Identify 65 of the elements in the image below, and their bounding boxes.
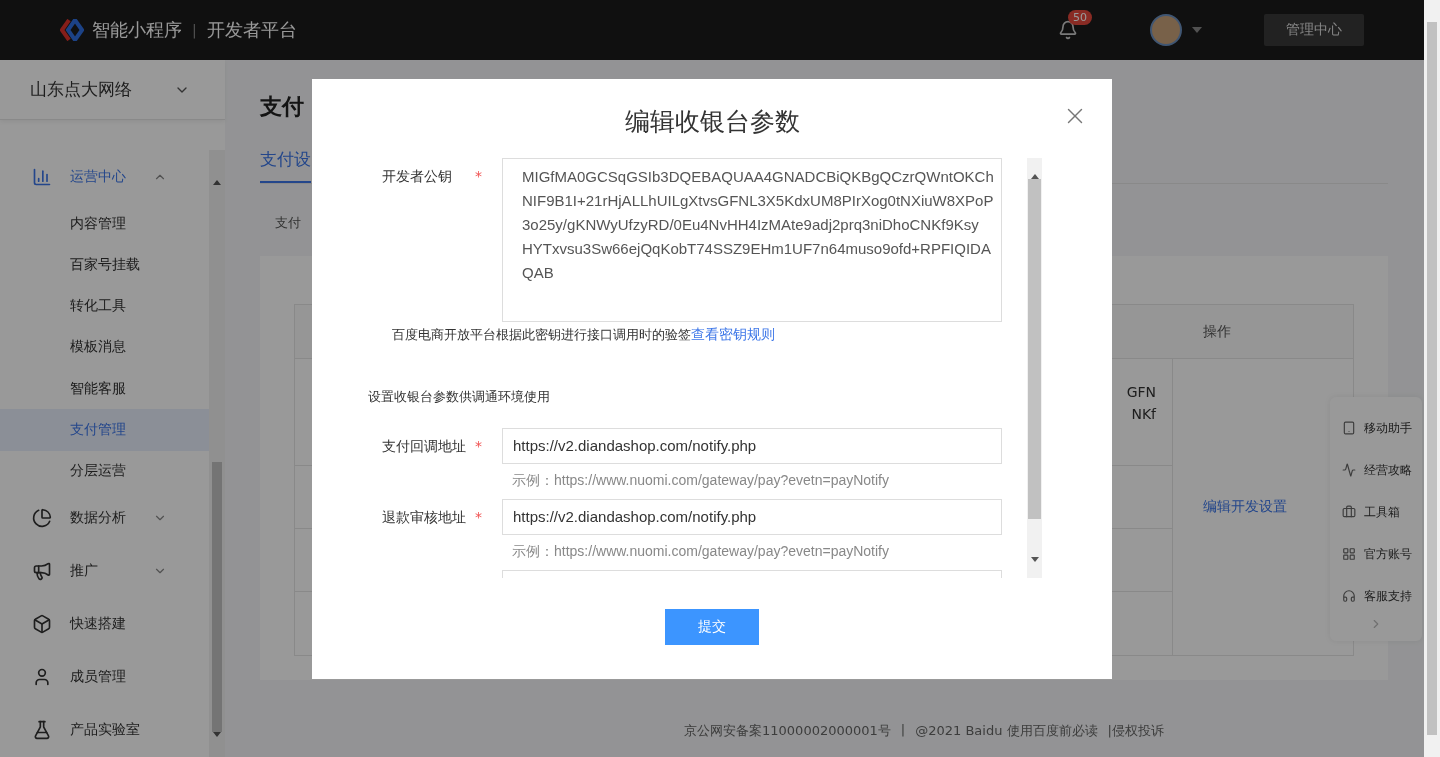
megaphone-icon bbox=[32, 561, 52, 582]
float-item[interactable]: 工具箱 bbox=[1342, 491, 1422, 533]
platform-name: 开发者平台 bbox=[206, 18, 297, 42]
account-selector[interactable]: 山东点大网络 bbox=[0, 60, 225, 120]
nav-subitem[interactable]: 内容管理 bbox=[0, 203, 209, 245]
modal-title: 编辑收银台参数 bbox=[624, 105, 800, 138]
footer-text: |侵权投诉 bbox=[1107, 722, 1164, 740]
nav-item[interactable]: 成员管理 bbox=[0, 650, 209, 704]
nav-item[interactable]: 快速搭建 bbox=[0, 597, 209, 651]
table-cell-text: GFN bbox=[1126, 383, 1156, 402]
nav-subitem[interactable]: 智能客服 bbox=[0, 368, 209, 410]
logo-text: 智能小程序 bbox=[92, 18, 182, 42]
nav-subitem[interactable]: 转化工具 bbox=[0, 285, 209, 327]
footer-text: | bbox=[900, 722, 906, 739]
required-mark: * bbox=[475, 436, 483, 454]
key-rules-link[interactable]: 查看密钥规则 bbox=[691, 325, 775, 342]
chart-line-icon bbox=[1342, 463, 1356, 477]
scrollbar[interactable] bbox=[1027, 157, 1042, 578]
user-icon bbox=[32, 667, 52, 688]
field-label: 退款审核地址 bbox=[381, 507, 467, 527]
hint-text: 百度电商开放平台根据此密钥进行接口调用时的验签查看密钥规则 bbox=[392, 325, 776, 344]
separator: | bbox=[192, 22, 197, 38]
input-field[interactable]: https://v2.diandashop.com/notify.php bbox=[502, 498, 1002, 535]
footer-text: 京公网安备案11000002000001号 bbox=[684, 722, 891, 740]
nav-subitem[interactable]: 分层运营 bbox=[0, 450, 209, 492]
float-item[interactable]: 客服支持 bbox=[1342, 575, 1422, 617]
footer-text: @2021 Baidu 使用百度前必读 bbox=[915, 722, 1098, 740]
pie-chart-icon bbox=[32, 508, 52, 529]
nav-item[interactable]: 数据分析 bbox=[0, 491, 209, 545]
edit-settings-link[interactable]: 编辑开发设置 bbox=[1203, 498, 1287, 516]
textarea-field[interactable]: MIGfMA0GCSqGSIb3DQEBAQUAA4GNADCBiQKBgQCzrQWntOKCh NIF9B1I+21rHjALLhUILgXtvsGFNL3X5KdxUM8PIrXog0tNXiuW8XPoP 3o25y/gKNWyUfzyRD/0Eu4NvHH4IzMAte9adj2prq3niDhoCNKf9Ksy HYTxvsu3Sw66ejQqKobT74SSZ9EHm1UF7n64muso9ofd+RPFIQIDA QAB bbox=[502, 157, 1002, 322]
table-cell-text: NKf bbox=[1131, 405, 1156, 424]
flask-icon bbox=[32, 720, 52, 741]
headset-icon bbox=[1342, 589, 1356, 603]
bell-icon[interactable] bbox=[1058, 20, 1078, 40]
example-text: 示例：https://www.nuomi.com/gateway/pay?evetn=payNotify bbox=[512, 471, 890, 490]
phone-icon bbox=[1342, 421, 1356, 435]
float-item[interactable]: 移动助手 bbox=[1342, 407, 1422, 449]
chart-monitor-icon bbox=[32, 166, 52, 187]
scrollbar[interactable] bbox=[209, 150, 225, 757]
field-label: 开发者公钥 bbox=[381, 166, 453, 186]
field-label: 支付回调地址 bbox=[381, 436, 467, 456]
cube-icon bbox=[32, 614, 52, 635]
nav-item[interactable]: 推广 bbox=[0, 544, 209, 598]
caret-icon[interactable] bbox=[1192, 27, 1202, 33]
float-item[interactable]: 经营攻略 bbox=[1342, 449, 1422, 491]
nav-item[interactable]: 产品实验室 bbox=[0, 703, 209, 757]
notification-count: 50 bbox=[1068, 10, 1092, 25]
required-mark: * bbox=[475, 507, 483, 525]
toolbox-icon bbox=[1342, 505, 1356, 519]
page-title: 支付 bbox=[260, 93, 304, 121]
nav-subitem[interactable]: 模板消息 bbox=[0, 326, 209, 369]
nav-item[interactable]: 运营中心 bbox=[0, 150, 209, 204]
grid-icon bbox=[1342, 547, 1356, 561]
section-text: 设置收银台参数供调通环境使用 bbox=[367, 387, 551, 406]
scrollbar[interactable] bbox=[1424, 0, 1440, 757]
input-field[interactable]: https://v2.diandashop.com/notify.php bbox=[502, 427, 1002, 464]
account-name: 山东点大网络 bbox=[30, 78, 132, 101]
float-item[interactable]: 官方账号 bbox=[1342, 533, 1422, 575]
avatar[interactable] bbox=[1150, 14, 1182, 46]
nav-subitem[interactable]: 百家号挂载 bbox=[0, 244, 209, 286]
required-mark: * bbox=[475, 166, 483, 184]
admin-center-button[interactable]: 管理中心 bbox=[1264, 14, 1364, 46]
logo-icon bbox=[60, 19, 84, 41]
example-text: 示例：https://www.nuomi.com/gateway/pay?evetn=payNotify bbox=[512, 542, 890, 561]
